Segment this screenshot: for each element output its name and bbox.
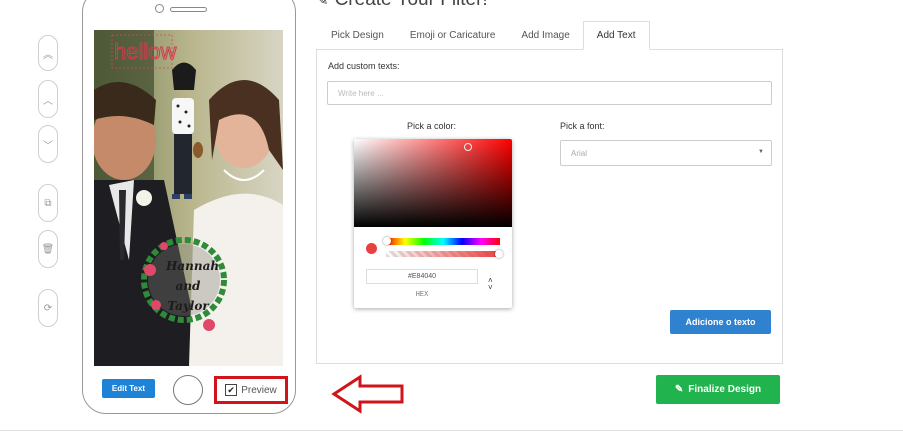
font-select-value: Arial — [571, 148, 588, 158]
double-chevron-up-icon: ︽ — [43, 49, 53, 61]
finalize-design-button[interactable]: ✎ Finalize Design — [656, 375, 780, 404]
copy-icon: ⧉ — [44, 197, 52, 209]
saturation-thumb[interactable] — [464, 143, 472, 151]
edit-text-button[interactable]: Edit Text — [102, 379, 155, 398]
refresh-button[interactable]: ⟳ — [38, 289, 58, 327]
preview-checkbox[interactable]: ✔ — [225, 384, 238, 396]
preview-label: Preview — [241, 384, 277, 396]
saturation-field[interactable] — [354, 139, 512, 227]
page-title-text: Create Your Filter! — [335, 0, 488, 10]
phone-speaker-slot — [170, 7, 207, 12]
pick-color-label: Pick a color: — [407, 121, 457, 131]
edit-square-icon: ✎ — [674, 384, 684, 395]
duplicate-button[interactable]: ⧉ — [38, 184, 58, 222]
alpha-slider[interactable] — [386, 251, 500, 257]
tab-emoji-caricature[interactable]: Emoji or Caricature — [397, 21, 509, 50]
footer-divider — [0, 430, 903, 431]
design-tabs: Pick Design Emoji or Caricature Add Imag… — [318, 21, 650, 50]
red-arrow-annotation — [331, 374, 404, 414]
tab-add-text[interactable]: Add Text — [582, 21, 650, 50]
chevron-down-icon: ﹀ — [43, 140, 53, 152]
hue-thumb[interactable] — [383, 237, 391, 245]
move-down-button[interactable]: ﹀ — [38, 125, 58, 163]
tab-pick-design[interactable]: Pick Design — [318, 21, 397, 50]
caret-down-icon: ▼ — [758, 149, 764, 155]
finalize-design-label: Finalize Design — [688, 384, 762, 395]
alpha-thumb[interactable] — [495, 250, 503, 258]
font-select[interactable]: Arial ▼ — [560, 140, 772, 166]
custom-text-label: Add custom texts: — [328, 61, 400, 71]
color-format-label: HEX — [415, 291, 429, 299]
tab-add-image[interactable]: Add Image — [508, 21, 582, 50]
page-title: ✎ Create Your Filter! — [316, 0, 488, 11]
capture-button[interactable] — [173, 375, 203, 405]
refresh-icon: ⟳ — [43, 302, 53, 314]
add-text-button[interactable]: Adicione o texto — [670, 310, 771, 334]
hue-slider[interactable] — [386, 238, 500, 245]
hex-input[interactable]: #E84040 — [366, 269, 478, 284]
chevron-up-icon: ︿ — [43, 95, 53, 107]
filter-preview-canvas[interactable]: hellow Hannah and Taylor — [94, 30, 283, 366]
edit-icon: ✎ — [316, 0, 329, 9]
overlay-text-hellow[interactable]: hellow — [113, 39, 176, 65]
preview-toggle[interactable]: ✔ Preview — [214, 376, 288, 404]
color-picker[interactable]: #E84040 HEX ˄ ˅ — [354, 139, 512, 308]
pick-font-label: Pick a font: — [560, 121, 605, 131]
color-swatch — [366, 243, 377, 254]
bring-to-front-button[interactable]: ︽ — [38, 35, 58, 71]
custom-text-input[interactable]: Write here ... — [327, 81, 772, 105]
move-up-button[interactable]: ︿ — [38, 80, 58, 118]
phone-camera — [155, 4, 164, 13]
wreath-names-text: Hannah and Taylor — [166, 259, 220, 313]
trash-icon: 🗑 — [41, 243, 55, 255]
format-toggle-icon[interactable]: ˄ ˅ — [488, 277, 493, 292]
delete-button[interactable]: 🗑 — [38, 230, 58, 268]
